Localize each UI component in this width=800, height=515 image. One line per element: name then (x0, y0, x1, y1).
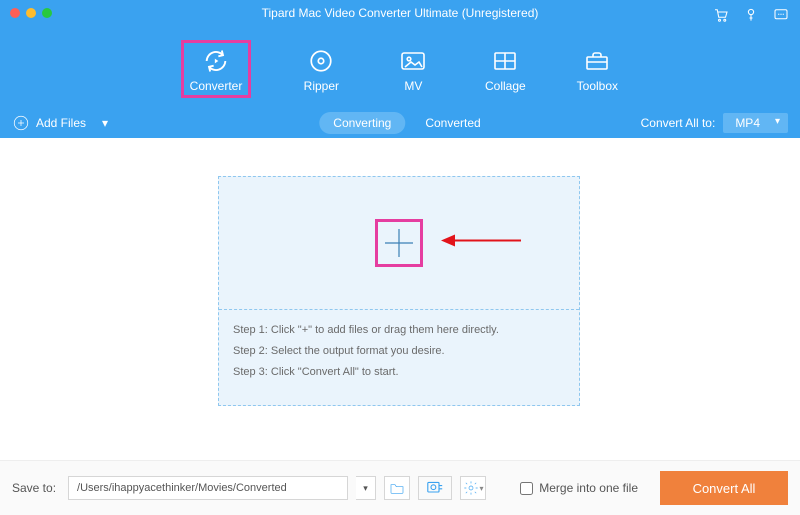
tab-label: Collage (483, 79, 527, 93)
add-files-label: Add Files (36, 116, 86, 130)
tab-ripper[interactable]: Ripper (299, 47, 343, 98)
chevron-down-icon[interactable]: ▾ (102, 116, 108, 130)
gpu-toggle-button[interactable] (418, 476, 452, 500)
main-area: Step 1: Click "+" to add files or drag t… (0, 138, 800, 460)
main-tabs: Converter Ripper MV Collage Toolbox (0, 47, 800, 98)
settings-button[interactable]: ▾ (460, 476, 486, 500)
instruction-steps: Step 1: Click "+" to add files or drag t… (219, 309, 579, 393)
cart-icon[interactable] (712, 6, 730, 29)
step-2: Step 2: Select the output format you des… (233, 341, 565, 362)
add-files-button[interactable]: Add Files ▾ (12, 114, 108, 132)
tab-label: Toolbox (575, 79, 619, 93)
annotation-arrow (441, 231, 521, 256)
save-path-value: /Users/ihappyacethinker/Movies/Converted (77, 482, 287, 494)
merge-label: Merge into one file (539, 481, 638, 495)
tab-label: MV (391, 79, 435, 93)
save-to-label: Save to: (12, 481, 56, 495)
feedback-icon[interactable] (772, 6, 790, 29)
tab-mv[interactable]: MV (391, 47, 435, 98)
ripper-icon (299, 47, 343, 75)
segment-converting[interactable]: Converting (319, 112, 405, 134)
app-header: Tipard Mac Video Converter Ultimate (Unr… (0, 0, 800, 108)
convert-all-button[interactable]: Convert All (660, 471, 788, 505)
toolbox-icon (575, 47, 619, 75)
collage-icon (483, 47, 527, 75)
sub-toolbar: Add Files ▾ Converting Converted Convert… (0, 108, 800, 138)
tab-collage[interactable]: Collage (483, 47, 527, 98)
header-actions (712, 6, 790, 29)
drop-zone[interactable]: Step 1: Click "+" to add files or drag t… (218, 176, 580, 406)
convert-all-to: Convert All to: MP4 (641, 113, 788, 133)
key-icon[interactable] (742, 6, 760, 29)
convert-all-to-label: Convert All to: (641, 116, 716, 130)
status-segmented: Converting Converted (319, 112, 480, 134)
mv-icon (391, 47, 435, 75)
merge-checkbox-input[interactable] (520, 482, 533, 495)
drop-zone-top (219, 177, 579, 309)
segment-converted[interactable]: Converted (425, 116, 480, 130)
output-format-select[interactable]: MP4 (723, 113, 788, 133)
open-folder-button[interactable] (384, 476, 410, 500)
tab-label: Ripper (299, 79, 343, 93)
tab-toolbox[interactable]: Toolbox (575, 47, 619, 98)
merge-checkbox[interactable]: Merge into one file (520, 481, 638, 495)
save-path-dropdown[interactable]: ▾ (356, 476, 376, 500)
tab-converter[interactable]: Converter (181, 40, 252, 98)
window-title: Tipard Mac Video Converter Ultimate (Unr… (0, 6, 800, 20)
footer-bar: Save to: /Users/ihappyacethinker/Movies/… (0, 460, 800, 515)
add-file-plus-button[interactable] (375, 219, 423, 267)
tab-label: Converter (190, 79, 243, 93)
step-1: Step 1: Click "+" to add files or drag t… (233, 320, 565, 341)
output-format-value: MP4 (735, 116, 760, 130)
save-path-field[interactable]: /Users/ihappyacethinker/Movies/Converted (68, 476, 348, 500)
converter-icon (194, 47, 238, 75)
step-3: Step 3: Click "Convert All" to start. (233, 362, 565, 383)
